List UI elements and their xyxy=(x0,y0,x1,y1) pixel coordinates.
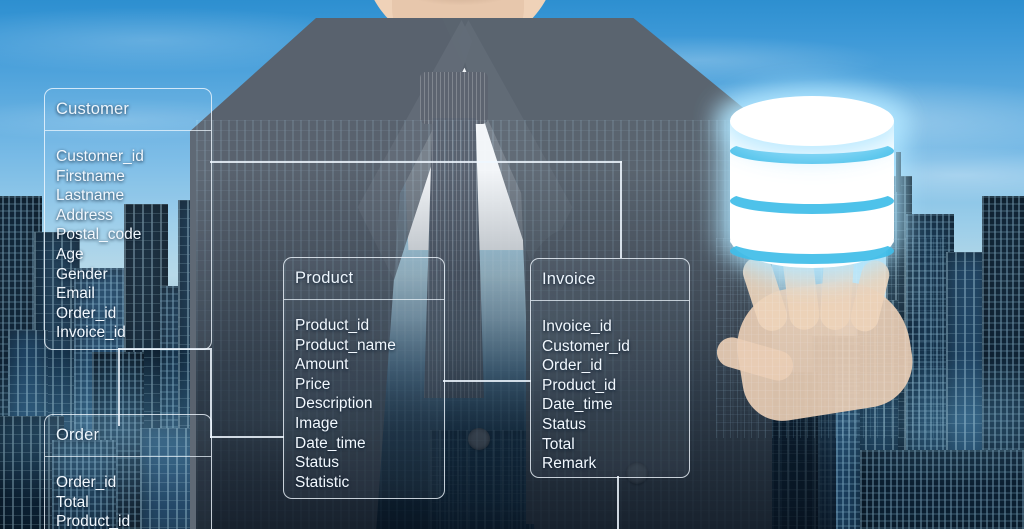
field-customer-3: Address xyxy=(56,206,113,224)
field-product-1: Product_name xyxy=(295,336,396,354)
field-invoice-6: Total xyxy=(542,435,575,453)
field-invoice-2: Order_id xyxy=(542,357,603,375)
field-invoice-1: Customer_id xyxy=(542,337,630,355)
connector-order-product-h xyxy=(210,436,284,438)
field-product-6: Date_time xyxy=(295,434,366,452)
er-table-product-title: Product xyxy=(295,269,354,287)
field-customer-6: Gender xyxy=(56,265,108,283)
screenshot-canvas: Customer Customer_id Firstname Lastname … xyxy=(0,0,1024,529)
field-invoice-3: Product_id xyxy=(542,376,617,394)
field-customer-5: Age xyxy=(56,245,84,263)
er-table-order-title: Order xyxy=(56,426,100,444)
connector-invoice-down-v xyxy=(617,476,619,529)
field-customer-4: Postal_code xyxy=(56,226,142,244)
field-order-2: Product_id xyxy=(56,513,131,529)
field-product-5: Image xyxy=(295,414,339,432)
er-table-customer-fields: Customer_id Firstname Lastname Address P… xyxy=(56,147,144,343)
field-product-8: Statistic xyxy=(295,473,350,491)
connector-product-invoice-h xyxy=(443,380,531,382)
field-customer-2: Lastname xyxy=(56,187,125,205)
field-customer-0: Customer_id xyxy=(56,148,144,165)
field-customer-7: Email xyxy=(56,285,95,303)
connector-customer-invoice-h xyxy=(210,161,622,163)
field-customer-9: Invoice_id xyxy=(56,324,126,342)
field-invoice-0: Invoice_id xyxy=(542,318,612,335)
necktie-knot xyxy=(420,72,488,124)
field-invoice-5: Status xyxy=(542,415,586,433)
field-order-1: Total xyxy=(56,493,89,511)
er-table-invoice-title: Invoice xyxy=(542,270,596,288)
field-invoice-4: Date_time xyxy=(542,396,613,414)
field-product-0: Product_id xyxy=(295,317,370,334)
er-table-order-fields: Order_id Total Product_id xyxy=(56,473,130,529)
field-product-7: Status xyxy=(295,454,339,472)
field-customer-1: Firstname xyxy=(56,167,125,185)
er-table-product-fields: Product_id Product_name Amount Price Des… xyxy=(295,316,396,492)
database-icon xyxy=(730,96,894,286)
er-table-customer-title: Customer xyxy=(56,100,130,118)
field-product-2: Amount xyxy=(295,356,349,374)
field-customer-8: Order_id xyxy=(56,304,117,322)
db-top-disc xyxy=(730,96,894,146)
connector-customer-invoice-v xyxy=(620,161,622,258)
field-order-0: Order_id xyxy=(56,474,117,491)
er-table-invoice-fields: Invoice_id Customer_id Order_id Product_… xyxy=(542,317,630,474)
field-product-3: Price xyxy=(295,375,331,393)
field-product-4: Description xyxy=(295,395,373,413)
field-invoice-7: Remark xyxy=(542,455,597,473)
